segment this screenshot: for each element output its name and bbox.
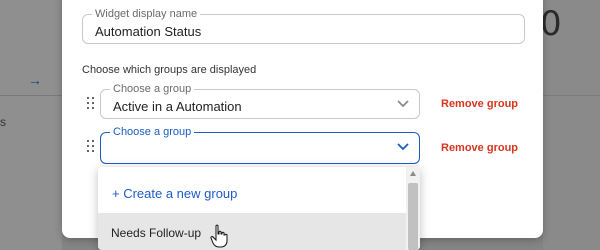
group-select-2[interactable]: Choose a group bbox=[100, 125, 420, 164]
widget-name-label: Widget display name bbox=[92, 7, 201, 21]
hand-pointer-icon bbox=[210, 224, 228, 248]
chevron-down-icon[interactable] bbox=[397, 99, 409, 109]
create-new-group-option[interactable]: + Create a new group bbox=[112, 186, 237, 201]
remove-group-button[interactable]: Remove group bbox=[441, 142, 518, 154]
widget-name-value[interactable]: Automation Status bbox=[95, 24, 201, 39]
background-divider-right bbox=[543, 95, 600, 96]
drag-handle-icon[interactable] bbox=[87, 140, 95, 154]
groups-section-label: Choose which groups are displayed bbox=[82, 64, 257, 76]
background-text: s bbox=[0, 115, 6, 129]
group-select-value: Active in a Automation bbox=[113, 99, 242, 114]
background-value: 0 bbox=[540, 4, 562, 44]
scroll-thumb[interactable] bbox=[408, 183, 418, 250]
group-dropdown-menu: + Create a new group Needs Follow-up bbox=[98, 167, 420, 250]
widget-name-field[interactable]: Widget display name Automation Status bbox=[82, 7, 525, 44]
dropdown-scrollbar[interactable] bbox=[406, 167, 420, 250]
remove-group-button[interactable]: Remove group bbox=[441, 98, 518, 110]
background-arrow-icon: → bbox=[28, 72, 42, 88]
scroll-up-icon[interactable] bbox=[410, 171, 416, 176]
group-select-label: Choose a group bbox=[110, 125, 195, 139]
group-select-label: Choose a group bbox=[110, 82, 195, 96]
drag-handle-icon[interactable] bbox=[87, 97, 95, 111]
dropdown-option-label: Needs Follow-up bbox=[111, 226, 202, 240]
background-divider-left bbox=[0, 95, 62, 96]
dropdown-option[interactable]: Needs Follow-up bbox=[98, 213, 406, 250]
chevron-down-icon[interactable] bbox=[397, 142, 409, 152]
background-card-left bbox=[0, 0, 62, 250]
group-select-1[interactable]: Choose a group Active in a Automation bbox=[100, 82, 420, 119]
